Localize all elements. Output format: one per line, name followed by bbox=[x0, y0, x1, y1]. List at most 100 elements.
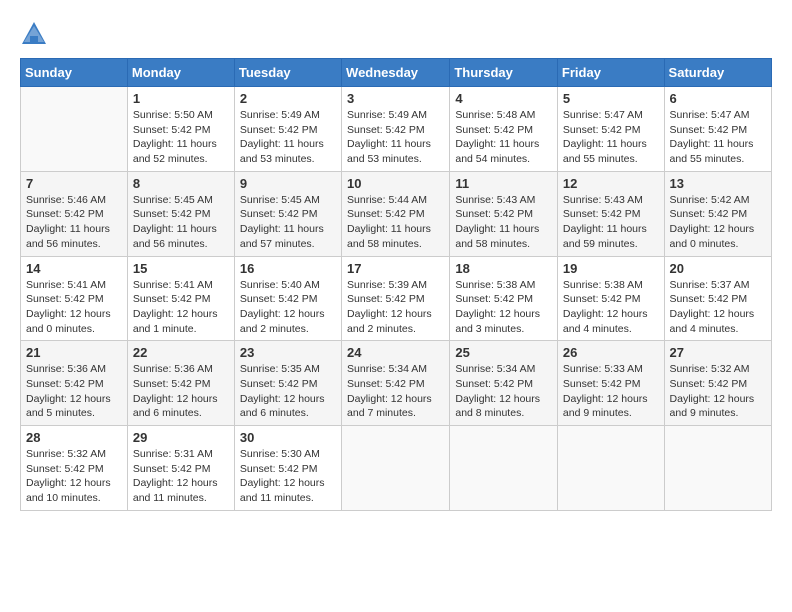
day-detail: Sunrise: 5:38 AMSunset: 5:42 PMDaylight:… bbox=[455, 278, 552, 337]
logo-icon bbox=[20, 20, 48, 48]
day-number: 10 bbox=[347, 176, 444, 191]
day-detail: Sunrise: 5:34 AMSunset: 5:42 PMDaylight:… bbox=[455, 362, 552, 421]
calendar-cell bbox=[664, 426, 771, 511]
week-row-4: 21 Sunrise: 5:36 AMSunset: 5:42 PMDayligh… bbox=[21, 341, 772, 426]
calendar-cell: 29Sunrise: 5:31 AMSunset: 5:42 PMDayligh… bbox=[127, 426, 234, 511]
day-detail: Sunrise: 5:33 AMSunset: 5:42 PMDaylight:… bbox=[563, 362, 659, 421]
day-number: 17 bbox=[347, 261, 444, 276]
day-number: 20 bbox=[670, 261, 766, 276]
calendar-cell bbox=[450, 426, 558, 511]
day-number: 4 bbox=[455, 91, 552, 106]
day-detail: Sunrise: 5:32 AMSunset: 5:42 PMDaylight:… bbox=[670, 362, 766, 421]
weekday-header-tuesday: Tuesday bbox=[234, 59, 341, 87]
day-number: 21 bbox=[26, 345, 122, 360]
day-detail: Sunrise: 5:50 AMSunset: 5:42 PMDaylight:… bbox=[133, 108, 229, 167]
calendar-cell bbox=[21, 87, 128, 172]
day-detail: Sunrise: 5:38 AMSunset: 5:42 PMDaylight:… bbox=[563, 278, 659, 337]
week-row-1: 1 Sunrise: 5:50 AMSunset: 5:42 PMDaylight… bbox=[21, 87, 772, 172]
logo bbox=[20, 20, 52, 48]
day-detail: Sunrise: 5:37 AMSunset: 5:42 PMDaylight:… bbox=[670, 278, 766, 337]
day-number: 25 bbox=[455, 345, 552, 360]
calendar-cell: 21 Sunrise: 5:36 AMSunset: 5:42 PMDayligh… bbox=[21, 341, 128, 426]
day-detail: Sunrise: 5:44 AMSunset: 5:42 PMDaylight:… bbox=[347, 193, 444, 252]
day-detail: Sunrise: 5:35 AMSunset: 5:42 PMDaylight:… bbox=[240, 362, 336, 421]
day-detail: Sunrise: 5:31 AMSunset: 5:42 PMDaylight:… bbox=[133, 447, 229, 506]
calendar-cell: 6 Sunrise: 5:47 AMSunset: 5:42 PMDaylight… bbox=[664, 87, 771, 172]
day-number: 13 bbox=[670, 176, 766, 191]
calendar-cell: 9Sunrise: 5:45 AMSunset: 5:42 PMDaylight… bbox=[234, 171, 341, 256]
calendar-cell: 24Sunrise: 5:34 AMSunset: 5:42 PMDayligh… bbox=[342, 341, 450, 426]
calendar-cell: 25 Sunrise: 5:34 AMSunset: 5:42 PMDayligh… bbox=[450, 341, 558, 426]
calendar-cell: 14 Sunrise: 5:41 AMSunset: 5:42 PMDayligh… bbox=[21, 256, 128, 341]
week-row-3: 14 Sunrise: 5:41 AMSunset: 5:42 PMDayligh… bbox=[21, 256, 772, 341]
day-detail: Sunrise: 5:32 AMSunset: 5:42 PMDaylight:… bbox=[26, 447, 122, 506]
week-row-2: 7 Sunrise: 5:46 AMSunset: 5:42 PMDaylight… bbox=[21, 171, 772, 256]
day-detail: Sunrise: 5:30 AMSunset: 5:42 PMDaylight:… bbox=[240, 447, 336, 506]
day-number: 23 bbox=[240, 345, 336, 360]
day-number: 16 bbox=[240, 261, 336, 276]
day-number: 3 bbox=[347, 91, 444, 106]
calendar-cell: 16 Sunrise: 5:40 AMSunset: 5:42 PMDayligh… bbox=[234, 256, 341, 341]
day-number: 1 bbox=[133, 91, 229, 106]
calendar-cell: 2Sunrise: 5:49 AMSunset: 5:42 PMDaylight… bbox=[234, 87, 341, 172]
day-detail: Sunrise: 5:42 AMSunset: 5:42 PMDaylight:… bbox=[670, 193, 766, 252]
day-number: 5 bbox=[563, 91, 659, 106]
day-detail: Sunrise: 5:40 AMSunset: 5:42 PMDaylight:… bbox=[240, 278, 336, 337]
weekday-header-wednesday: Wednesday bbox=[342, 59, 450, 87]
day-detail: Sunrise: 5:36 AMSunset: 5:42 PMDaylight:… bbox=[26, 362, 122, 421]
day-detail: Sunrise: 5:45 AMSunset: 5:42 PMDaylight:… bbox=[240, 193, 336, 252]
calendar-cell: 5 Sunrise: 5:47 AMSunset: 5:42 PMDaylight… bbox=[557, 87, 664, 172]
calendar-cell bbox=[557, 426, 664, 511]
calendar-cell: 28 Sunrise: 5:32 AMSunset: 5:42 PMDayligh… bbox=[21, 426, 128, 511]
day-number: 8 bbox=[133, 176, 229, 191]
header bbox=[20, 20, 772, 48]
day-number: 12 bbox=[563, 176, 659, 191]
day-detail: Sunrise: 5:47 AMSunset: 5:42 PMDaylight:… bbox=[563, 108, 659, 167]
day-number: 19 bbox=[563, 261, 659, 276]
calendar-cell: 4 Sunrise: 5:48 AMSunset: 5:42 PMDaylight… bbox=[450, 87, 558, 172]
calendar-cell bbox=[342, 426, 450, 511]
calendar-cell: 7 Sunrise: 5:46 AMSunset: 5:42 PMDaylight… bbox=[21, 171, 128, 256]
day-detail: Sunrise: 5:43 AMSunset: 5:42 PMDaylight:… bbox=[455, 193, 552, 252]
day-detail: Sunrise: 5:48 AMSunset: 5:42 PMDaylight:… bbox=[455, 108, 552, 167]
day-detail: Sunrise: 5:36 AMSunset: 5:42 PMDaylight:… bbox=[133, 362, 229, 421]
weekday-header-thursday: Thursday bbox=[450, 59, 558, 87]
day-number: 15 bbox=[133, 261, 229, 276]
weekday-header-monday: Monday bbox=[127, 59, 234, 87]
day-detail: Sunrise: 5:41 AMSunset: 5:42 PMDaylight:… bbox=[26, 278, 122, 337]
day-detail: Sunrise: 5:34 AMSunset: 5:42 PMDaylight:… bbox=[347, 362, 444, 421]
calendar-cell: 20 Sunrise: 5:37 AMSunset: 5:42 PMDayligh… bbox=[664, 256, 771, 341]
weekday-header-friday: Friday bbox=[557, 59, 664, 87]
day-number: 6 bbox=[670, 91, 766, 106]
calendar-cell: 15Sunrise: 5:41 AMSunset: 5:42 PMDayligh… bbox=[127, 256, 234, 341]
calendar-cell: 1 Sunrise: 5:50 AMSunset: 5:42 PMDaylight… bbox=[127, 87, 234, 172]
weekday-header-row: SundayMondayTuesdayWednesdayThursdayFrid… bbox=[21, 59, 772, 87]
day-number: 30 bbox=[240, 430, 336, 445]
weekday-header-sunday: Sunday bbox=[21, 59, 128, 87]
calendar-cell: 18 Sunrise: 5:38 AMSunset: 5:42 PMDayligh… bbox=[450, 256, 558, 341]
day-number: 26 bbox=[563, 345, 659, 360]
calendar-cell: 12 Sunrise: 5:43 AMSunset: 5:42 PMDayligh… bbox=[557, 171, 664, 256]
day-number: 7 bbox=[26, 176, 122, 191]
calendar-cell: 11 Sunrise: 5:43 AMSunset: 5:42 PMDayligh… bbox=[450, 171, 558, 256]
calendar-cell: 26 Sunrise: 5:33 AMSunset: 5:42 PMDayligh… bbox=[557, 341, 664, 426]
day-detail: Sunrise: 5:46 AMSunset: 5:42 PMDaylight:… bbox=[26, 193, 122, 252]
day-number: 14 bbox=[26, 261, 122, 276]
day-detail: Sunrise: 5:43 AMSunset: 5:42 PMDaylight:… bbox=[563, 193, 659, 252]
calendar-cell: 27Sunrise: 5:32 AMSunset: 5:42 PMDayligh… bbox=[664, 341, 771, 426]
day-detail: Sunrise: 5:47 AMSunset: 5:42 PMDaylight:… bbox=[670, 108, 766, 167]
day-detail: Sunrise: 5:49 AMSunset: 5:42 PMDaylight:… bbox=[347, 108, 444, 167]
weekday-header-saturday: Saturday bbox=[664, 59, 771, 87]
calendar-cell: 10 Sunrise: 5:44 AMSunset: 5:42 PMDayligh… bbox=[342, 171, 450, 256]
day-number: 28 bbox=[26, 430, 122, 445]
calendar-cell: 23 Sunrise: 5:35 AMSunset: 5:42 PMDayligh… bbox=[234, 341, 341, 426]
calendar-cell: 13 Sunrise: 5:42 AMSunset: 5:42 PMDayligh… bbox=[664, 171, 771, 256]
day-detail: Sunrise: 5:49 AMSunset: 5:42 PMDaylight:… bbox=[240, 108, 336, 167]
calendar-cell: 19 Sunrise: 5:38 AMSunset: 5:42 PMDayligh… bbox=[557, 256, 664, 341]
day-number: 18 bbox=[455, 261, 552, 276]
calendar-cell: 22Sunrise: 5:36 AMSunset: 5:42 PMDayligh… bbox=[127, 341, 234, 426]
day-detail: Sunrise: 5:45 AMSunset: 5:42 PMDaylight:… bbox=[133, 193, 229, 252]
day-detail: Sunrise: 5:39 AMSunset: 5:42 PMDaylight:… bbox=[347, 278, 444, 337]
week-row-5: 28 Sunrise: 5:32 AMSunset: 5:42 PMDayligh… bbox=[21, 426, 772, 511]
day-number: 11 bbox=[455, 176, 552, 191]
